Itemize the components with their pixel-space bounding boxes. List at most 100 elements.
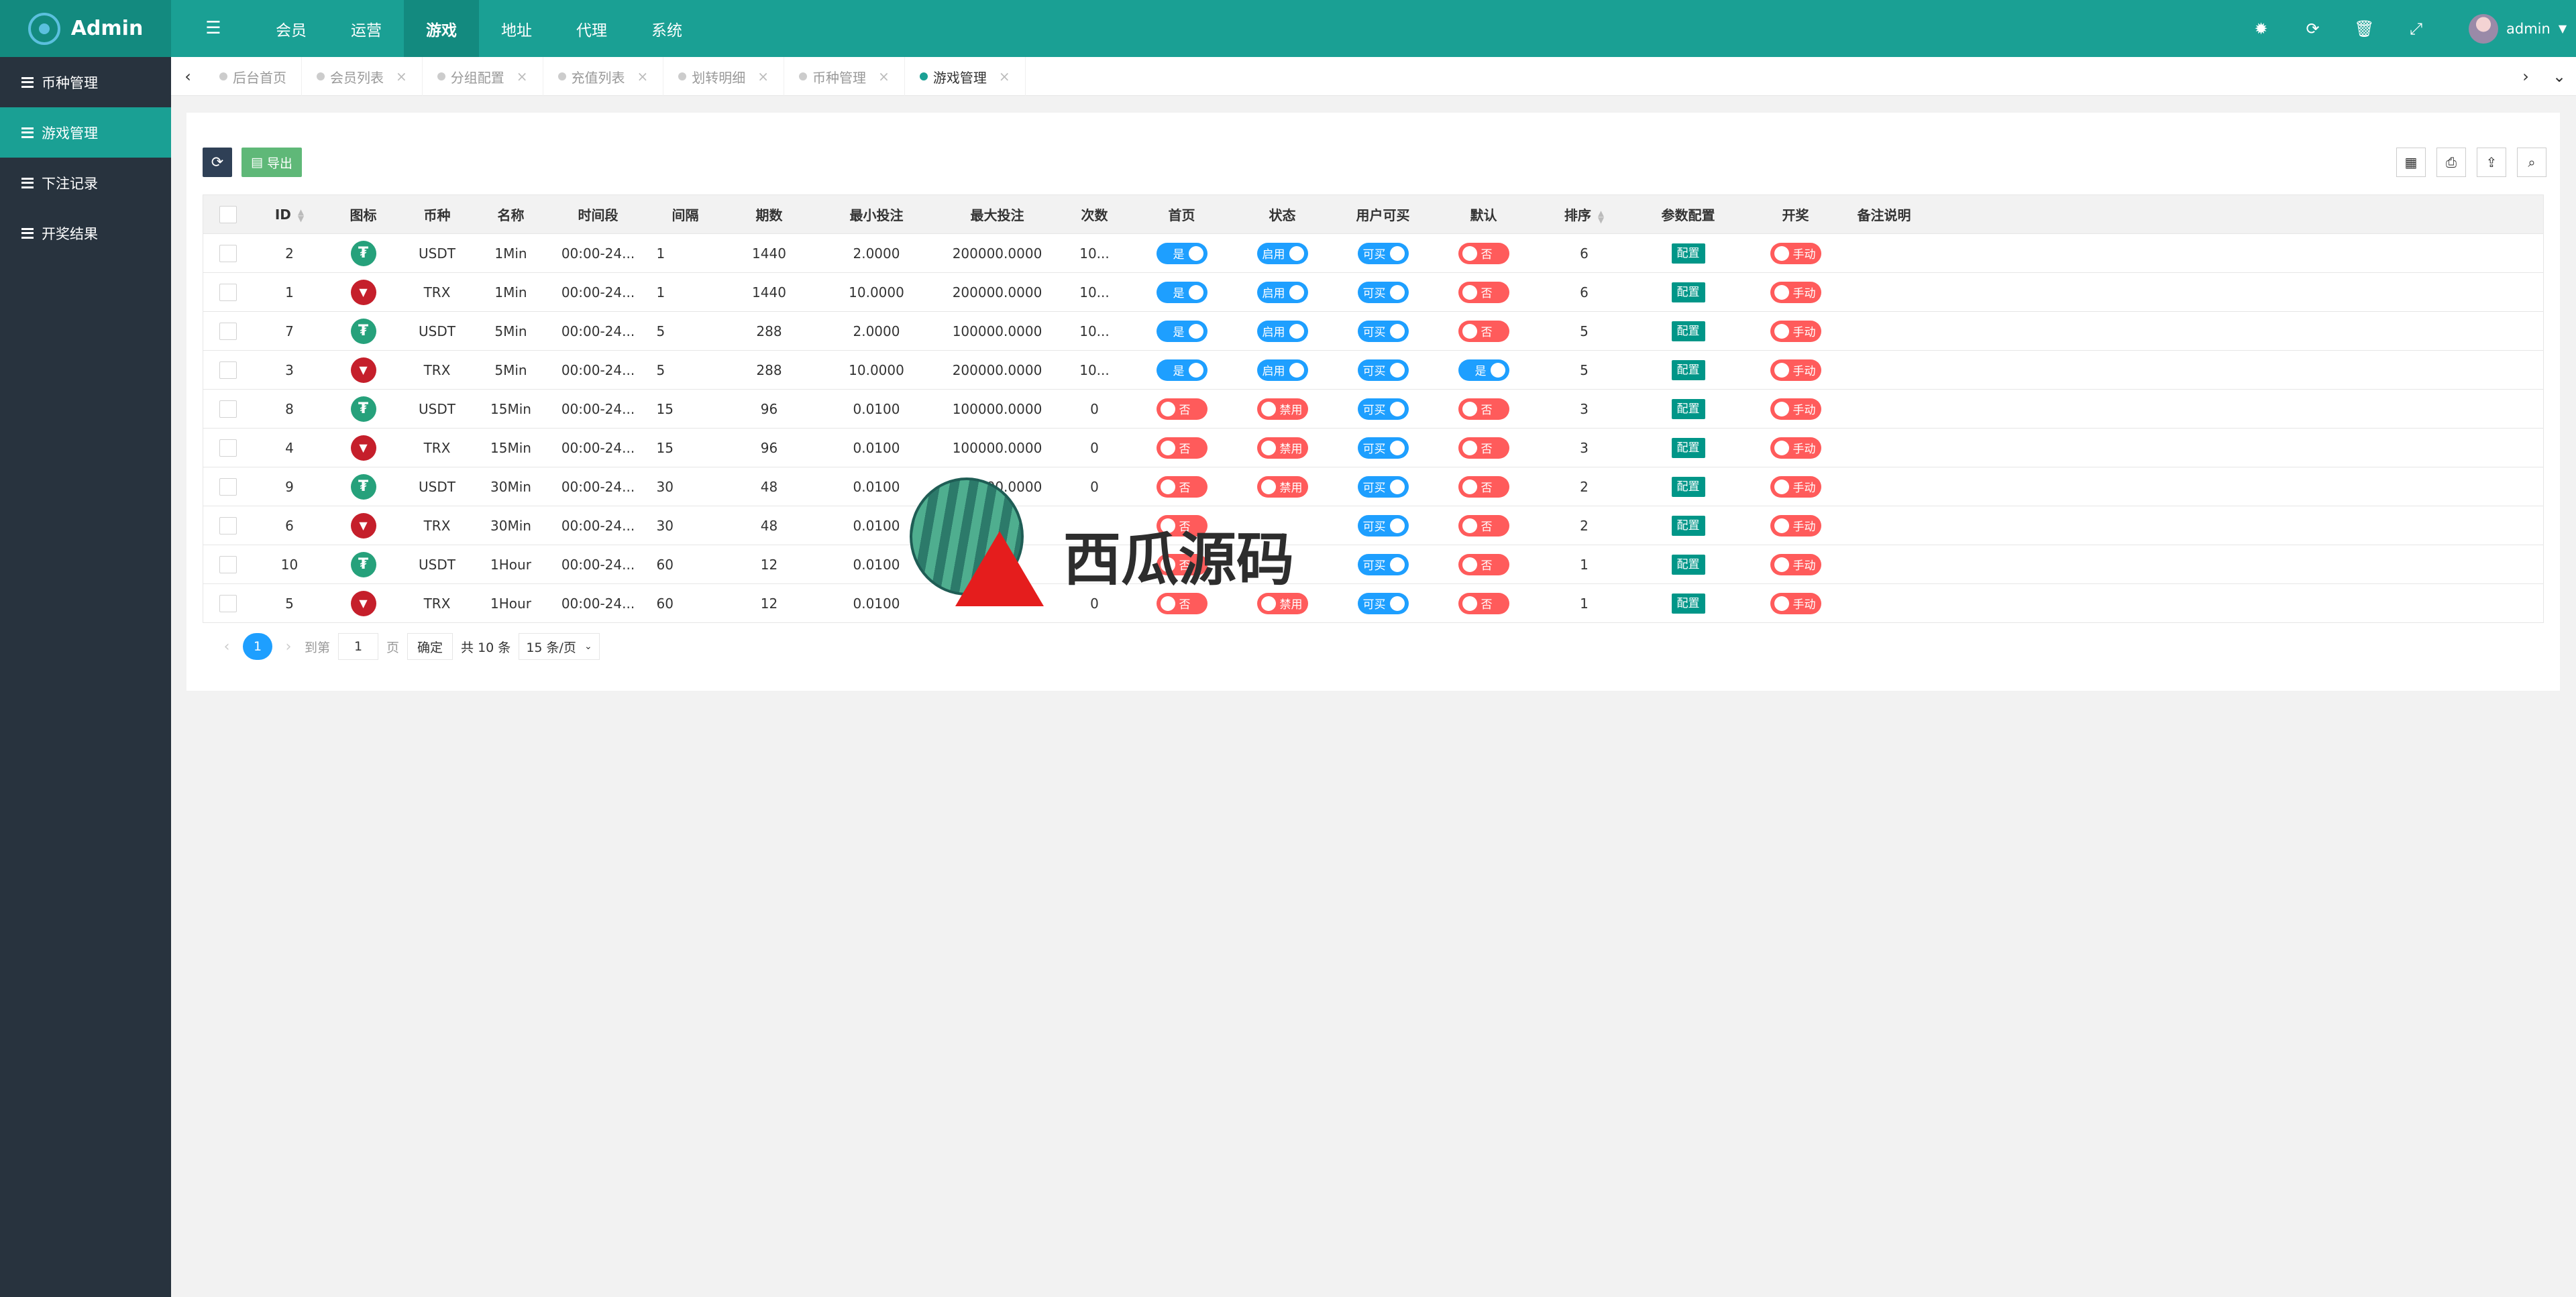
tab[interactable]: 币种管理 × bbox=[784, 57, 905, 96]
home-switch[interactable]: 是 bbox=[1156, 320, 1208, 342]
default-switch[interactable]: 否 bbox=[1458, 514, 1509, 537]
config-button[interactable]: 配置 bbox=[1671, 359, 1705, 380]
default-switch[interactable]: 否 bbox=[1458, 475, 1509, 498]
row-checkbox[interactable] bbox=[219, 361, 237, 379]
next-page-icon[interactable]: › bbox=[280, 638, 297, 655]
sidebar-item[interactable]: 币种管理 bbox=[0, 57, 171, 107]
column-header[interactable]: ID ▲ ▼ bbox=[252, 194, 327, 234]
select-all-checkbox[interactable] bbox=[219, 205, 237, 223]
home-switch[interactable]: 否 bbox=[1156, 437, 1208, 459]
current-page[interactable]: 1 bbox=[243, 633, 272, 660]
draw-switch[interactable]: 手动 bbox=[1770, 437, 1821, 459]
buy-switch[interactable]: 可买 bbox=[1357, 398, 1409, 420]
sort-icon[interactable]: ▲ ▼ bbox=[1598, 209, 1604, 224]
top-nav-item[interactable]: 游戏 bbox=[404, 0, 479, 57]
columns-filter-icon[interactable]: ▦ bbox=[2396, 148, 2426, 177]
tabs-dropdown-icon[interactable]: ⌄ bbox=[2542, 57, 2576, 96]
export-table-icon[interactable]: ⇪ bbox=[2477, 148, 2506, 177]
home-switch[interactable]: 是 bbox=[1156, 359, 1208, 381]
top-nav-item[interactable]: 运营 bbox=[329, 0, 404, 57]
home-switch[interactable]: 是 bbox=[1156, 281, 1208, 303]
status-switch[interactable]: 启用 bbox=[1256, 359, 1308, 381]
close-icon[interactable]: × bbox=[396, 68, 407, 84]
home-switch[interactable]: 是 bbox=[1156, 242, 1208, 264]
default-switch[interactable]: 否 bbox=[1458, 320, 1509, 342]
draw-switch[interactable]: 手动 bbox=[1770, 553, 1821, 575]
sidebar-item[interactable]: 下注记录 bbox=[0, 158, 171, 208]
row-checkbox[interactable] bbox=[219, 594, 237, 612]
print-icon[interactable]: ⎙ bbox=[2436, 148, 2466, 177]
draw-switch[interactable]: 手动 bbox=[1770, 514, 1821, 537]
buy-switch[interactable]: 可买 bbox=[1357, 437, 1409, 459]
close-icon[interactable]: × bbox=[757, 68, 769, 84]
sort-icon[interactable]: ▲ ▼ bbox=[298, 208, 304, 223]
status-switch[interactable]: 禁用 bbox=[1256, 398, 1308, 420]
row-checkbox[interactable] bbox=[219, 322, 237, 340]
tab[interactable]: 分组配置 × bbox=[423, 57, 543, 96]
default-switch[interactable]: 是 bbox=[1458, 359, 1509, 381]
top-nav-item[interactable]: 系统 bbox=[629, 0, 704, 57]
user-menu[interactable]: admin ▼ bbox=[2469, 0, 2576, 57]
draw-switch[interactable]: 手动 bbox=[1770, 475, 1821, 498]
status-switch[interactable]: 启用 bbox=[1256, 281, 1308, 303]
top-nav-item[interactable]: 会员 bbox=[254, 0, 329, 57]
row-checkbox[interactable] bbox=[219, 555, 237, 573]
default-switch[interactable]: 否 bbox=[1458, 281, 1509, 303]
page-size-select[interactable]: 15 条/页 ⌄ bbox=[519, 633, 600, 660]
buy-switch[interactable]: 可买 bbox=[1357, 359, 1409, 381]
row-checkbox[interactable] bbox=[219, 400, 237, 418]
tab[interactable]: 会员列表 × bbox=[302, 57, 423, 96]
prev-page-icon[interactable]: ‹ bbox=[219, 638, 235, 655]
top-nav-item[interactable]: 地址 bbox=[479, 0, 554, 57]
row-checkbox[interactable] bbox=[219, 283, 237, 301]
tab[interactable]: 充值列表 × bbox=[543, 57, 664, 96]
goto-confirm-button[interactable]: 确定 bbox=[407, 633, 453, 660]
config-button[interactable]: 配置 bbox=[1671, 282, 1705, 302]
default-switch[interactable]: 否 bbox=[1458, 398, 1509, 420]
draw-switch[interactable]: 手动 bbox=[1770, 398, 1821, 420]
export-button[interactable]: ▤ 导出 bbox=[241, 148, 302, 177]
draw-switch[interactable]: 手动 bbox=[1770, 592, 1821, 614]
config-button[interactable]: 配置 bbox=[1671, 243, 1705, 264]
tab[interactable]: 划转明细 × bbox=[663, 57, 785, 96]
home-switch[interactable]: 否 bbox=[1156, 398, 1208, 420]
tab[interactable]: 后台首页 bbox=[205, 57, 302, 96]
default-switch[interactable]: 否 bbox=[1458, 437, 1509, 459]
fullscreen-icon[interactable]: ⤢ bbox=[2390, 0, 2442, 57]
goto-page-input[interactable]: 1 bbox=[338, 633, 379, 660]
table-refresh-button[interactable]: ⟳ bbox=[203, 148, 232, 177]
close-icon[interactable]: × bbox=[999, 68, 1010, 84]
column-header[interactable]: 排序 ▲ ▼ bbox=[1534, 194, 1635, 234]
buy-switch[interactable]: 可买 bbox=[1357, 320, 1409, 342]
draw-switch[interactable]: 手动 bbox=[1770, 320, 1821, 342]
close-icon[interactable]: × bbox=[517, 68, 528, 84]
close-icon[interactable]: × bbox=[878, 68, 890, 84]
theme-icon[interactable]: ✹ bbox=[2235, 0, 2287, 57]
sidebar-item[interactable]: 开奖结果 bbox=[0, 208, 171, 258]
default-switch[interactable]: 否 bbox=[1458, 592, 1509, 614]
row-checkbox[interactable] bbox=[219, 516, 237, 534]
logo[interactable]: Admin bbox=[0, 0, 171, 57]
menu-toggle-icon[interactable]: ☰ bbox=[199, 13, 228, 43]
config-button[interactable]: 配置 bbox=[1671, 321, 1705, 341]
search-icon[interactable]: ⌕ bbox=[2517, 148, 2546, 177]
close-icon[interactable]: × bbox=[637, 68, 649, 84]
config-button[interactable]: 配置 bbox=[1671, 554, 1705, 575]
default-switch[interactable]: 否 bbox=[1458, 242, 1509, 264]
sidebar-item[interactable]: 游戏管理 bbox=[0, 107, 171, 158]
buy-switch[interactable]: 可买 bbox=[1357, 242, 1409, 264]
trash-icon[interactable]: 🗑 bbox=[2339, 0, 2390, 57]
draw-switch[interactable]: 手动 bbox=[1770, 359, 1821, 381]
tabs-scroll-left-icon[interactable]: ‹ bbox=[171, 57, 205, 96]
status-switch[interactable]: 启用 bbox=[1256, 320, 1308, 342]
config-button[interactable]: 配置 bbox=[1671, 437, 1705, 458]
refresh-icon[interactable]: ⟳ bbox=[2287, 0, 2339, 57]
top-nav-item[interactable]: 代理 bbox=[554, 0, 629, 57]
default-switch[interactable]: 否 bbox=[1458, 553, 1509, 575]
row-checkbox[interactable] bbox=[219, 477, 237, 496]
status-switch[interactable]: 禁用 bbox=[1256, 437, 1308, 459]
row-checkbox[interactable] bbox=[219, 244, 237, 262]
config-button[interactable]: 配置 bbox=[1671, 476, 1705, 497]
buy-switch[interactable]: 可买 bbox=[1357, 281, 1409, 303]
row-checkbox[interactable] bbox=[219, 439, 237, 457]
